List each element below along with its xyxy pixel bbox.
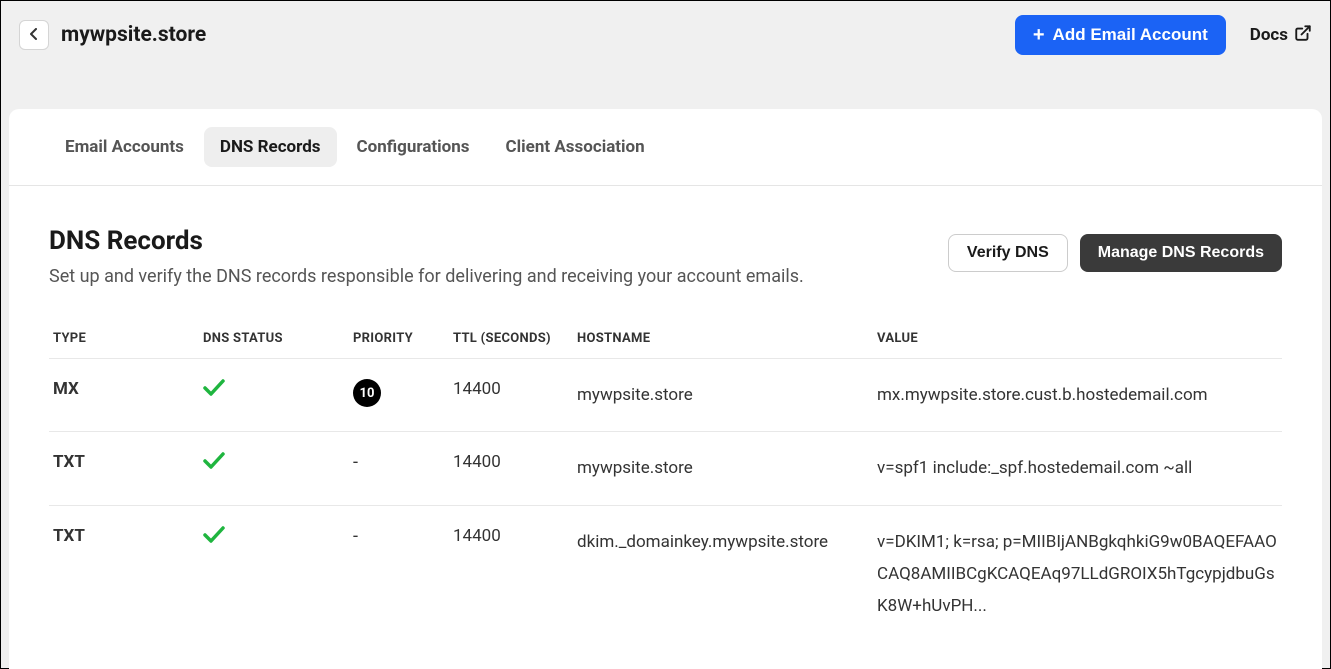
cell-type: TXT [49, 505, 199, 642]
check-icon [203, 529, 225, 549]
th-ttl: TTL (SECONDS) [449, 319, 573, 359]
header-right: + Add Email Account Docs [1015, 15, 1312, 55]
th-hostname: HOSTNAME [573, 319, 873, 359]
dns-records-table: TYPE DNS STATUS PRIORITY TTL (SECONDS) H… [49, 319, 1282, 642]
cell-hostname: mywpsite.store [573, 359, 873, 432]
th-type: TYPE [49, 319, 199, 359]
cell-status [199, 432, 349, 505]
section-titles: DNS Records Set up and verify the DNS re… [49, 226, 804, 287]
th-priority: PRIORITY [349, 319, 449, 359]
docs-label: Docs [1250, 25, 1288, 45]
cell-hostname: dkim._domainkey.mywpsite.store [573, 505, 873, 642]
manage-dns-records-button[interactable]: Manage DNS Records [1080, 234, 1282, 272]
verify-dns-button[interactable]: Verify DNS [948, 234, 1068, 272]
section-title: DNS Records [49, 226, 804, 256]
content: DNS Records Set up and verify the DNS re… [9, 186, 1322, 642]
cell-status [199, 505, 349, 642]
cell-priority: - [349, 432, 449, 505]
cell-type: TXT [49, 432, 199, 505]
cell-ttl: 14400 [449, 505, 573, 642]
external-link-icon [1294, 24, 1312, 47]
main-card: Email Accounts DNS Records Configuration… [9, 109, 1322, 669]
tabs: Email Accounts DNS Records Configuration… [9, 109, 1322, 186]
site-title: mywpsite.store [61, 23, 206, 47]
page-header: mywpsite.store + Add Email Account Docs [1, 1, 1330, 69]
add-email-account-button[interactable]: + Add Email Account [1015, 15, 1226, 55]
tab-client-association[interactable]: Client Association [490, 127, 661, 167]
cell-type: MX [49, 359, 199, 432]
docs-link[interactable]: Docs [1250, 24, 1312, 47]
section-actions: Verify DNS Manage DNS Records [948, 234, 1282, 272]
add-email-label: Add Email Account [1053, 25, 1208, 45]
section-description: Set up and verify the DNS records respon… [49, 266, 804, 287]
cell-value: v=DKIM1; k=rsa; p=MIIBIjANBgkqhkiG9w0BAQ… [873, 505, 1282, 642]
cell-ttl: 14400 [449, 359, 573, 432]
table-row: TXT - 14400mywpsite.storev=spf1 include:_s… [49, 432, 1282, 505]
table-header-row: TYPE DNS STATUS PRIORITY TTL (SECONDS) H… [49, 319, 1282, 359]
cell-status [199, 359, 349, 432]
cell-priority: 10 [349, 359, 449, 432]
plus-icon: + [1033, 25, 1045, 45]
priority-badge: 10 [353, 379, 381, 407]
tab-configurations[interactable]: Configurations [341, 127, 486, 167]
th-status: DNS STATUS [199, 319, 349, 359]
cell-value: mx.mywpsite.store.cust.b.hostedemail.com [873, 359, 1282, 432]
header-left: mywpsite.store [19, 20, 206, 50]
tab-dns-records[interactable]: DNS Records [204, 127, 337, 167]
section-header: DNS Records Set up and verify the DNS re… [49, 226, 1282, 287]
tab-email-accounts[interactable]: Email Accounts [49, 127, 200, 167]
table-row: MX 10 14400mywpsite.storemx.mywpsite.store… [49, 359, 1282, 432]
back-button[interactable] [19, 20, 49, 50]
cell-ttl: 14400 [449, 432, 573, 505]
cell-hostname: mywpsite.store [573, 432, 873, 505]
chevron-left-icon [30, 27, 38, 43]
check-icon [203, 455, 225, 475]
cell-value: v=spf1 include:_spf.hostedemail.com ~all [873, 432, 1282, 505]
check-icon [203, 382, 225, 402]
th-value: VALUE [873, 319, 1282, 359]
priority-dash: - [353, 452, 358, 473]
table-row: TXT - 14400dkim._domainkey.mywpsite.storev… [49, 505, 1282, 642]
cell-priority: - [349, 505, 449, 642]
priority-dash: - [353, 526, 358, 547]
